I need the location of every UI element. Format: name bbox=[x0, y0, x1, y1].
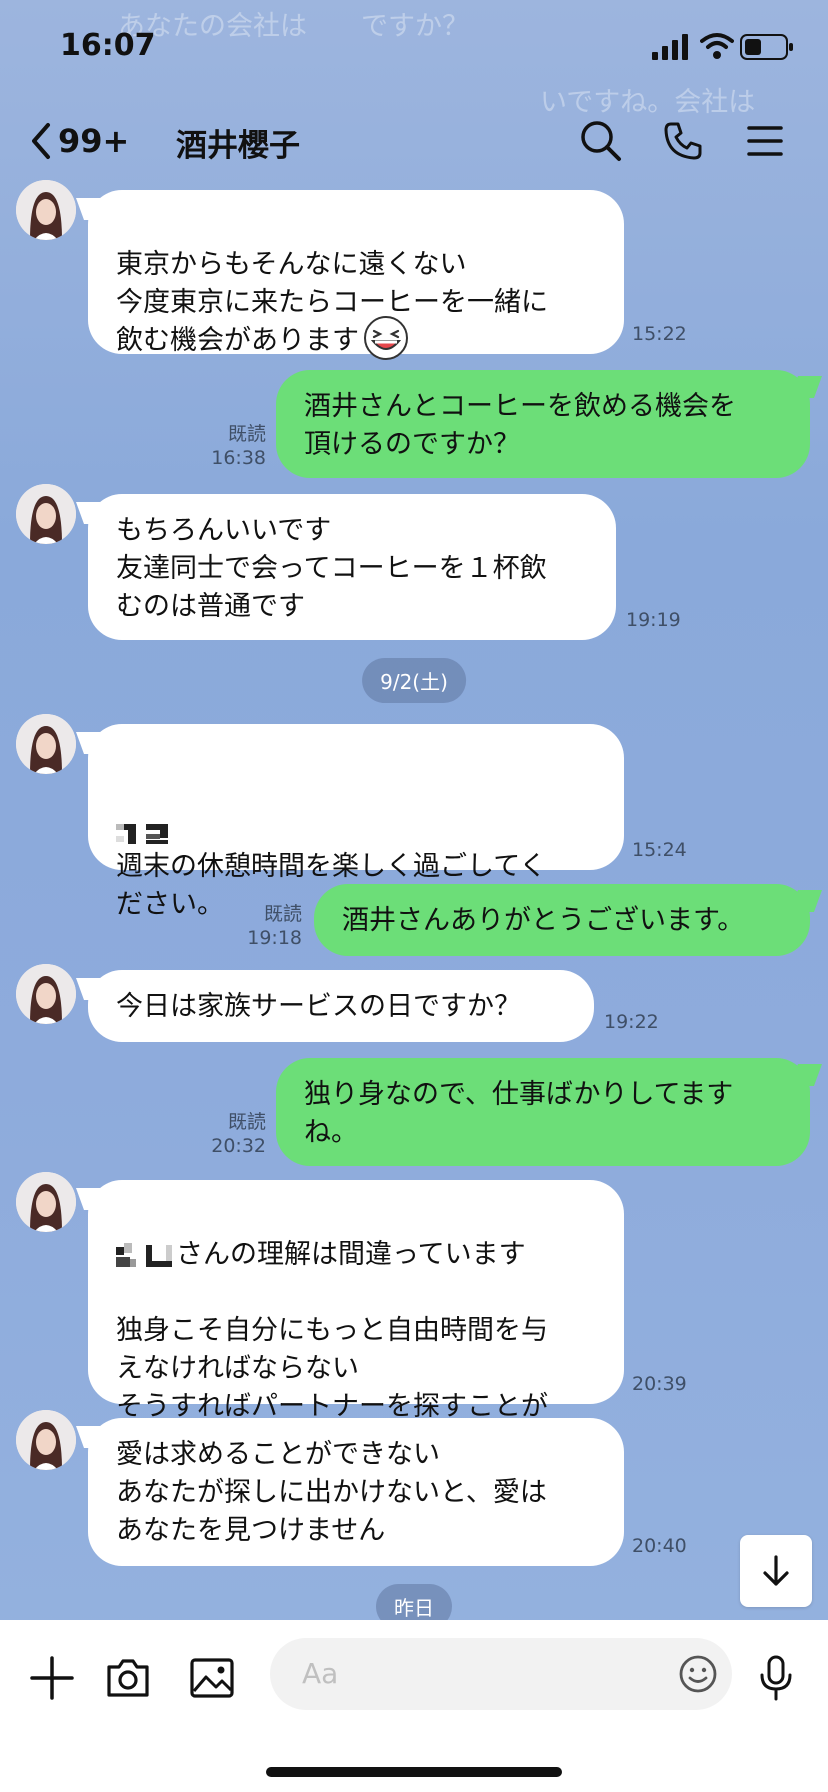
wifi-icon bbox=[700, 33, 734, 59]
message-bubble-incoming[interactable]: 週末の休憩時間を楽しく過ごしてく ださい。 bbox=[88, 724, 624, 920]
emoji-icon[interactable] bbox=[678, 1654, 718, 1694]
message-time: 20:39 bbox=[632, 1373, 687, 1395]
image-button[interactable] bbox=[184, 1650, 240, 1706]
message-bubble-incoming[interactable]: さんの理解は間違っています 独身こそ自分にもっと自由時間を与 えなければならない… bbox=[88, 1180, 624, 1460]
chevron-left-icon bbox=[32, 123, 50, 159]
message-time: 15:24 bbox=[632, 839, 687, 861]
redacted-name bbox=[116, 1242, 172, 1267]
avatar[interactable] bbox=[16, 484, 76, 544]
chat-title: 酒井櫻子 bbox=[176, 128, 300, 164]
call-button[interactable] bbox=[658, 116, 708, 166]
battery-icon bbox=[740, 34, 793, 60]
camera-button[interactable] bbox=[100, 1650, 156, 1706]
phone-icon bbox=[664, 122, 702, 160]
voice-button[interactable] bbox=[748, 1650, 804, 1706]
mic-icon bbox=[760, 1655, 792, 1701]
read-receipt: 既読 20:32 bbox=[211, 1111, 266, 1157]
arrow-down-icon bbox=[763, 1555, 789, 1586]
add-button[interactable] bbox=[24, 1650, 80, 1706]
message-bubble-outgoing[interactable]: 独り身なので、仕事ばかりしてます ね。 bbox=[276, 1058, 810, 1166]
plus-icon bbox=[30, 1656, 74, 1700]
laughing-emoji-icon bbox=[364, 315, 408, 360]
avatar[interactable] bbox=[16, 1410, 76, 1470]
message-bubble-outgoing[interactable]: 酒井さんとコーヒーを飲める機会を 頂けるのですか？ bbox=[276, 370, 810, 478]
avatar[interactable] bbox=[16, 714, 76, 774]
message-time: 19:19 bbox=[626, 609, 681, 631]
status-bar: 16:07 bbox=[0, 0, 828, 100]
home-indicator bbox=[266, 1767, 562, 1777]
message-bubble-outgoing[interactable]: 酒井さんありがとうございます。 bbox=[314, 884, 810, 956]
avatar[interactable] bbox=[16, 964, 76, 1024]
message-time: 20:40 bbox=[632, 1535, 687, 1557]
menu-icon bbox=[747, 126, 783, 156]
signal-icon bbox=[652, 34, 688, 60]
date-separator: 9/2(土) bbox=[362, 658, 466, 703]
message-bubble-incoming[interactable]: もちろんいいです 友達同士で会ってコーヒーを１杯飲 むのは普通です bbox=[88, 494, 616, 640]
redacted-name bbox=[116, 776, 596, 844]
read-receipt: 既読 16:38 bbox=[211, 423, 266, 469]
message-input-field[interactable] bbox=[270, 1638, 732, 1710]
message-bubble-incoming[interactable]: 今日は家族サービスの日ですか？ bbox=[88, 970, 594, 1042]
avatar[interactable] bbox=[16, 180, 76, 240]
message-time: 19:22 bbox=[604, 1011, 659, 1033]
chat-header: 99+ 酒井櫻子 bbox=[0, 100, 828, 180]
search-icon bbox=[581, 121, 621, 161]
camera-icon bbox=[107, 1659, 149, 1697]
image-icon bbox=[190, 1658, 234, 1698]
menu-button[interactable] bbox=[740, 116, 790, 166]
message-bubble-incoming[interactable]: 愛は求めることができない あなたが探しに出かけないと、愛は あなたを見つけません bbox=[88, 1418, 624, 1566]
back-button[interactable]: 99+ bbox=[28, 118, 158, 164]
status-time: 16:07 bbox=[60, 28, 156, 63]
message-input[interactable] bbox=[300, 1656, 644, 1691]
scroll-to-bottom-button[interactable] bbox=[740, 1535, 812, 1607]
unread-count: 99+ bbox=[58, 122, 130, 160]
message-time: 15:22 bbox=[632, 323, 687, 345]
avatar[interactable] bbox=[16, 1172, 76, 1232]
search-button[interactable] bbox=[576, 116, 626, 166]
message-bubble-incoming[interactable]: 東京からもそんなに遠くない 今度東京に来たらコーヒーを一緒に 飲む機会があります bbox=[88, 190, 624, 360]
read-receipt: 既読 19:18 bbox=[247, 903, 302, 949]
message-input-bar bbox=[0, 1620, 828, 1792]
